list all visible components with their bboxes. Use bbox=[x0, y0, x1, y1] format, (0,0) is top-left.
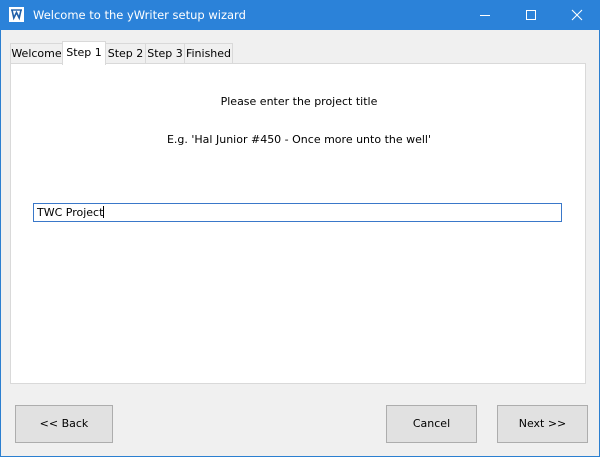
text-caret bbox=[103, 206, 105, 218]
project-title-input[interactable]: TWC Project bbox=[33, 203, 562, 222]
step-1-panel: Please enter the project title E.g. 'Hal… bbox=[10, 63, 586, 384]
minimize-icon bbox=[480, 15, 490, 16]
setup-wizard-window: Welcome to the yWriter setup wizard Welc… bbox=[0, 0, 600, 457]
window-title: Welcome to the yWriter setup wizard bbox=[33, 8, 246, 22]
project-title-value: TWC Project bbox=[37, 206, 104, 219]
tab-finished[interactable]: Finished bbox=[184, 43, 233, 63]
tab-step-1[interactable]: Step 1 bbox=[62, 41, 106, 65]
next-button[interactable]: Next >> bbox=[497, 405, 588, 443]
tab-welcome[interactable]: Welcome bbox=[10, 43, 63, 63]
close-button[interactable] bbox=[554, 0, 600, 30]
cancel-button[interactable]: Cancel bbox=[386, 405, 477, 443]
project-title-prompt: Please enter the project title bbox=[220, 95, 378, 108]
close-icon bbox=[571, 9, 583, 21]
minimize-button[interactable] bbox=[462, 0, 508, 30]
maximize-button[interactable] bbox=[508, 0, 554, 30]
ywriter-app-icon[interactable] bbox=[8, 6, 25, 23]
tab-step-2[interactable]: Step 2 bbox=[105, 43, 146, 63]
project-title-example: E.g. 'Hal Junior #450 - Once more unto t… bbox=[166, 133, 432, 146]
title-bar[interactable]: Welcome to the yWriter setup wizard bbox=[0, 0, 600, 30]
tab-step-3[interactable]: Step 3 bbox=[145, 43, 185, 63]
maximize-icon bbox=[526, 10, 536, 20]
back-button[interactable]: << Back bbox=[15, 405, 113, 443]
